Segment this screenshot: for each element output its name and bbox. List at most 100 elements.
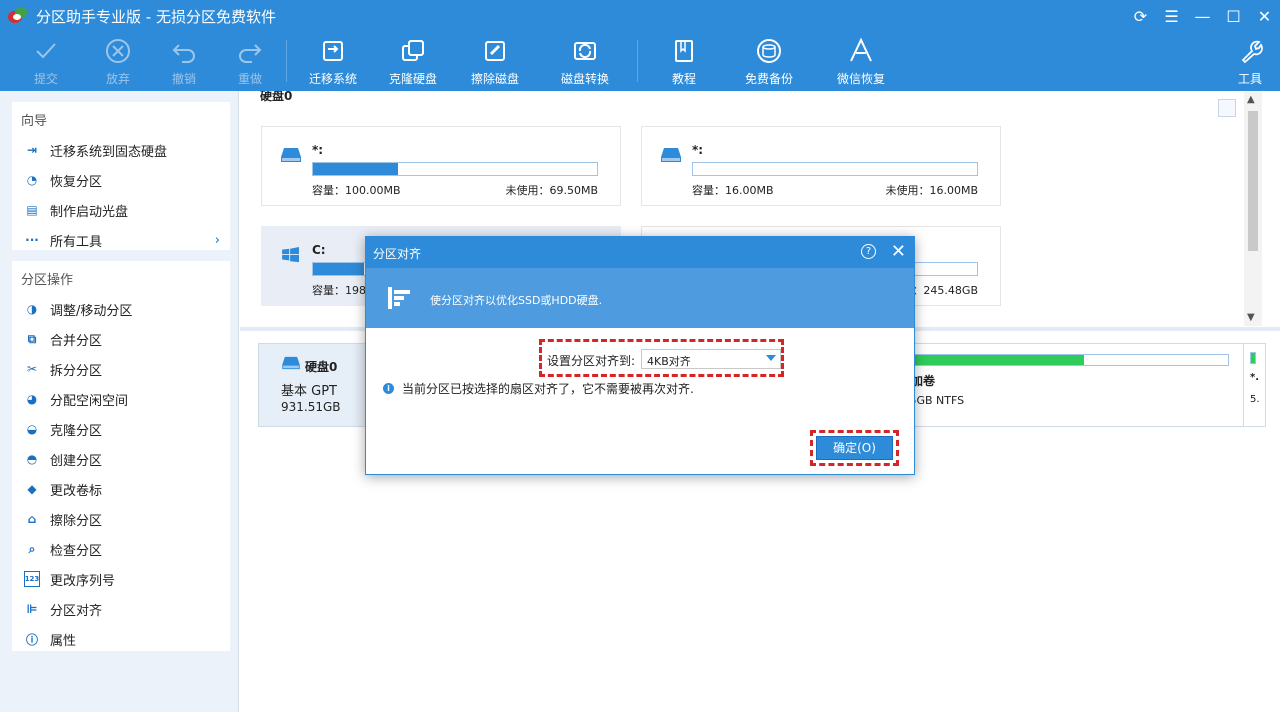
- disk-label: 硬盘0: [260, 91, 292, 104]
- sidebar-item-wipe[interactable]: ⌂擦除分区: [12, 504, 230, 534]
- backup-icon: [755, 37, 783, 65]
- scroll-up-icon[interactable]: ▲: [1247, 94, 1255, 105]
- allocate-icon: ◕: [24, 391, 40, 407]
- ok-button[interactable]: 确定(O): [816, 436, 893, 460]
- check-icon: [32, 37, 60, 65]
- book-icon: [670, 37, 698, 65]
- disk-icon: [660, 147, 682, 163]
- wrench-icon: [1236, 37, 1264, 65]
- wipe-disk-button[interactable]: 擦除磁盘: [468, 32, 522, 91]
- view-toggle-icon[interactable]: [1218, 99, 1236, 117]
- commit-button[interactable]: 提交: [28, 32, 64, 91]
- clone-disk-button[interactable]: 克隆硬盘: [386, 32, 440, 91]
- disk-convert-button[interactable]: 磁盘转换: [558, 32, 612, 91]
- sidebar-item-split[interactable]: ✂拆分分区: [12, 354, 230, 384]
- sidebar-item-properties[interactable]: ⓘ属性: [12, 624, 230, 654]
- sidebar-item-check[interactable]: ⌕检查分区: [12, 534, 230, 564]
- undo-icon: [170, 37, 198, 65]
- merge-icon: ⧉: [24, 331, 40, 347]
- brush-icon: ⌂: [24, 511, 40, 527]
- convert-icon: [571, 37, 599, 65]
- ops-title: 分区操作: [12, 261, 230, 294]
- refresh-icon[interactable]: ⟳: [1125, 7, 1156, 26]
- sidebar-item-align[interactable]: ⊫分区对齐: [12, 594, 230, 624]
- info-icon: ⓘ: [24, 631, 40, 647]
- sidebar-item-clone[interactable]: ◒克隆分区: [12, 414, 230, 444]
- info-message: i 当前分区已按选择的扇区对齐了，它不需要被再次对齐.: [383, 380, 694, 397]
- sidebar-item-create[interactable]: ◓创建分区: [12, 444, 230, 474]
- split-icon: ✂: [24, 361, 40, 377]
- tutorial-button[interactable]: 教程: [664, 32, 704, 91]
- menu-icon[interactable]: ☰: [1156, 7, 1187, 26]
- redo-button[interactable]: 重做: [232, 32, 268, 91]
- help-icon[interactable]: ?: [861, 244, 876, 259]
- windows-icon: [280, 247, 302, 263]
- sidebar-item-all-tools[interactable]: ···所有工具›: [12, 225, 230, 255]
- sidebar-item-recover[interactable]: ◔恢复分区: [12, 165, 230, 195]
- align-icon: ⊫: [24, 601, 40, 617]
- usage-bar: [899, 354, 1229, 366]
- migrate-icon: ⇥: [24, 142, 40, 158]
- restore-a-icon: [847, 37, 875, 65]
- magnifier-icon: ⌕: [24, 541, 40, 557]
- ok-button-highlight: 确定(O): [810, 430, 899, 466]
- window-title: 分区助手专业版 - 无损分区免费软件: [36, 6, 276, 27]
- minimize-icon[interactable]: —: [1187, 7, 1218, 26]
- scrollbar[interactable]: ▲ ▼: [1244, 91, 1262, 326]
- migrate-disk-icon: [319, 37, 347, 65]
- cancel-circle-icon: [104, 37, 132, 65]
- partition-align-dialog: 分区对齐 ? ✕ 使分区对齐以优化SSD或HDD硬盘. 设置分区对齐到: 4KB…: [365, 236, 915, 475]
- scroll-down-icon[interactable]: ▼: [1247, 312, 1255, 323]
- sidebar-item-resize[interactable]: ◑调整/移动分区: [12, 294, 230, 324]
- tag-icon: ◆: [24, 481, 40, 497]
- wipe-disk-icon: [481, 37, 509, 65]
- banner-text: 使分区对齐以优化SSD或HDD硬盘.: [430, 292, 602, 308]
- disk-info[interactable]: 硬盘0 基本 GPT 931.51GB: [259, 344, 367, 426]
- info-icon: i: [383, 383, 394, 394]
- free-backup-button[interactable]: 免费备份: [742, 32, 796, 91]
- align-setting-highlight: 设置分区对齐到: 4KB对齐: [539, 339, 784, 377]
- serial-number-icon: 123: [24, 571, 40, 587]
- sidebar-item-allocate[interactable]: ◕分配空闲空间: [12, 384, 230, 414]
- partition-card[interactable]: *: 容量：16.00MB 未使用：16.00MB: [641, 126, 1001, 206]
- sidebar-item-serial[interactable]: 123更改序列号: [12, 564, 230, 594]
- align-icon: [386, 285, 412, 311]
- usage-bar: [692, 162, 978, 176]
- dialog-banner: 使分区对齐以优化SSD或HDD硬盘.: [366, 268, 914, 328]
- close-icon[interactable]: ✕: [1249, 7, 1280, 26]
- chevron-right-icon: ›: [215, 233, 220, 248]
- wechat-restore-button[interactable]: 微信恢复: [834, 32, 888, 91]
- sidebar-item-migrate-ssd[interactable]: ⇥迁移系统到固态硬盘: [12, 135, 230, 165]
- sidebar-item-merge[interactable]: ⧉合并分区: [12, 324, 230, 354]
- wizard-panel: 向导 ⇥迁移系统到固态硬盘 ◔恢复分区 ▤制作启动光盘 ···所有工具›: [12, 102, 230, 250]
- bootable-disk-icon: ▤: [24, 202, 40, 218]
- scrollbar-thumb[interactable]: [1248, 111, 1258, 251]
- recover-icon: ◔: [24, 172, 40, 188]
- partition-card[interactable]: *: 容量：100.00MB 未使用：69.50MB: [261, 126, 621, 206]
- redo-icon: [236, 37, 264, 65]
- migrate-os-button[interactable]: 迁移系统: [306, 32, 360, 91]
- tools-button[interactable]: 工具: [1232, 32, 1268, 91]
- create-icon: ◓: [24, 451, 40, 467]
- clone-disk-icon: [399, 37, 427, 65]
- app-logo-icon: [8, 7, 28, 25]
- partition-block-new-volume[interactable]: 新加卷 .45GB NTFS: [899, 352, 1231, 418]
- wizard-title: 向导: [12, 102, 230, 135]
- dialog-title-bar: 分区对齐 ? ✕: [366, 237, 914, 268]
- partition-block-last[interactable]: *. 5.: [1243, 344, 1265, 426]
- maximize-icon[interactable]: ☐: [1218, 7, 1249, 26]
- dropdown-caret-icon: [766, 355, 776, 361]
- toolbar: 提交 放弃 撤销 重做 迁移系统 克隆硬盘 擦除磁盘 磁盘转换 教程 免费备份 …: [0, 32, 1280, 91]
- discard-button[interactable]: 放弃: [100, 32, 136, 91]
- sidebar-item-label[interactable]: ◆更改卷标: [12, 474, 230, 504]
- align-select[interactable]: 4KB对齐: [641, 349, 781, 369]
- usage-bar: [1250, 352, 1256, 364]
- disk-icon: [281, 356, 301, 370]
- undo-button[interactable]: 撤销: [166, 32, 202, 91]
- disk-icon: [280, 147, 302, 163]
- resize-icon: ◑: [24, 301, 40, 317]
- sidebar-item-bootable[interactable]: ▤制作启动光盘: [12, 195, 230, 225]
- ops-panel: 分区操作 ◑调整/移动分区 ⧉合并分区 ✂拆分分区 ◕分配空闲空间 ◒克隆分区 …: [12, 261, 230, 651]
- dialog-title: 分区对齐: [373, 245, 421, 262]
- dialog-close-icon[interactable]: ✕: [891, 241, 906, 262]
